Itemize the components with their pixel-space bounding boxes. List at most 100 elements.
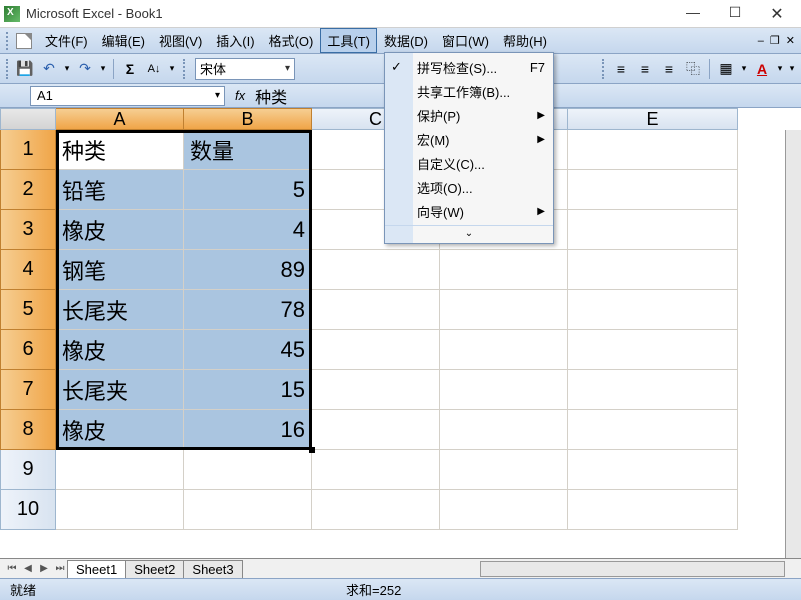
tab-nav-prev[interactable]: ◀ [20,563,36,574]
row-header-10[interactable]: 10 [0,490,56,530]
cell-A6[interactable]: 橡皮 [56,330,184,370]
cell-B5[interactable]: 78 [184,290,312,330]
cell-A9[interactable] [56,450,184,490]
tab-nav-next[interactable]: ▶ [36,563,52,574]
cell-D7[interactable] [440,370,568,410]
cell-D10[interactable] [440,490,568,530]
doc-restore-button[interactable]: ❐ [770,34,780,47]
sheet-tab-1[interactable]: Sheet1 [67,560,126,578]
borders-button[interactable]: ▦ [715,58,737,80]
menu-edit[interactable]: 编辑(E) [95,28,152,53]
cell-E3[interactable] [568,210,738,250]
cell-D6[interactable] [440,330,568,370]
col-header-a[interactable]: A [56,108,184,130]
row-header-9[interactable]: 9 [0,450,56,490]
menu-spelling[interactable]: ✓拼写检查(S)...F7 [385,55,553,79]
cell-C5[interactable] [312,290,440,330]
row-header-4[interactable]: 4 [0,250,56,290]
cell-C8[interactable] [312,410,440,450]
menu-insert[interactable]: 插入(I) [209,28,261,53]
align-center-button[interactable]: ≡ [634,58,656,80]
sheet-tab-3[interactable]: Sheet3 [183,560,242,578]
menu-options[interactable]: 选项(O)... [385,175,553,199]
cell-A5[interactable]: 长尾夹 [56,290,184,330]
toolbar-grip[interactable] [6,59,10,79]
font-selector[interactable]: 宋体 [195,58,295,80]
tab-nav-last[interactable]: ⏭ [52,563,68,574]
cell-B2[interactable]: 5 [184,170,312,210]
horizontal-scrollbar[interactable] [480,561,785,577]
cell-A3[interactable]: 橡皮 [56,210,184,250]
save-button[interactable]: 💾 [14,58,36,80]
sort-asc-button[interactable]: A↓ [143,58,165,80]
row-header-8[interactable]: 8 [0,410,56,450]
document-icon[interactable] [16,33,32,49]
cell-D9[interactable] [440,450,568,490]
toolbar-grip[interactable] [602,59,606,79]
cell-E10[interactable] [568,490,738,530]
font-color-dropdown[interactable]: ▾ [775,58,785,80]
toolbar-options[interactable]: ▾ [167,58,177,80]
menu-expand[interactable]: ⌄ [385,225,553,241]
cell-C9[interactable] [312,450,440,490]
cell-A1[interactable]: 种类 [56,130,184,170]
formula-input[interactable]: 种类 [255,84,287,108]
toolbar-options[interactable]: ▾ [787,58,797,80]
cell-C10[interactable] [312,490,440,530]
minimize-button[interactable]: — [681,4,705,24]
cell-D8[interactable] [440,410,568,450]
row-header-3[interactable]: 3 [0,210,56,250]
menu-customize[interactable]: 自定义(C)... [385,151,553,175]
cell-B4[interactable]: 89 [184,250,312,290]
cell-E7[interactable] [568,370,738,410]
fx-icon[interactable]: fx [235,88,245,103]
menu-wizard[interactable]: 向导(W)▶ [385,199,553,223]
select-all-corner[interactable] [0,108,56,130]
cell-E1[interactable] [568,130,738,170]
cell-E5[interactable] [568,290,738,330]
redo-dropdown[interactable]: ▾ [98,58,108,80]
doc-close-button[interactable]: ✕ [786,34,795,47]
col-header-b[interactable]: B [184,108,312,130]
cell-E6[interactable] [568,330,738,370]
undo-button[interactable]: ↶ [38,58,60,80]
cell-C6[interactable] [312,330,440,370]
cell-A10[interactable] [56,490,184,530]
row-header-6[interactable]: 6 [0,330,56,370]
menu-file[interactable]: 文件(F) [38,28,95,53]
menu-protect[interactable]: 保护(P)▶ [385,103,553,127]
menu-view[interactable]: 视图(V) [152,28,209,53]
cell-B7[interactable]: 15 [184,370,312,410]
cell-A2[interactable]: 铅笔 [56,170,184,210]
doc-minimize-button[interactable]: – [758,35,764,47]
cell-A4[interactable]: 钢笔 [56,250,184,290]
borders-dropdown[interactable]: ▾ [739,58,749,80]
toolbar-grip[interactable] [6,32,10,50]
font-color-button[interactable]: A [751,58,773,80]
close-button[interactable]: ✕ [765,4,789,24]
align-right-button[interactable]: ≡ [658,58,680,80]
name-box[interactable]: A1 [30,86,225,106]
cell-B10[interactable] [184,490,312,530]
col-header-e[interactable]: E [568,108,738,130]
vertical-scrollbar[interactable] [785,130,801,558]
menu-format[interactable]: 格式(O) [262,28,321,53]
row-header-5[interactable]: 5 [0,290,56,330]
tab-nav-first[interactable]: ⏮ [4,563,20,574]
redo-button[interactable]: ↷ [74,58,96,80]
row-header-2[interactable]: 2 [0,170,56,210]
cell-B6[interactable]: 45 [184,330,312,370]
row-header-1[interactable]: 1 [0,130,56,170]
cell-E2[interactable] [568,170,738,210]
cell-D4[interactable] [440,250,568,290]
menu-macro[interactable]: 宏(M)▶ [385,127,553,151]
undo-dropdown[interactable]: ▾ [62,58,72,80]
align-left-button[interactable]: ≡ [610,58,632,80]
cell-E4[interactable] [568,250,738,290]
cell-D5[interactable] [440,290,568,330]
row-header-7[interactable]: 7 [0,370,56,410]
cell-C4[interactable] [312,250,440,290]
cell-B9[interactable] [184,450,312,490]
menu-share-workbook[interactable]: 共享工作簿(B)... [385,79,553,103]
cell-E8[interactable] [568,410,738,450]
